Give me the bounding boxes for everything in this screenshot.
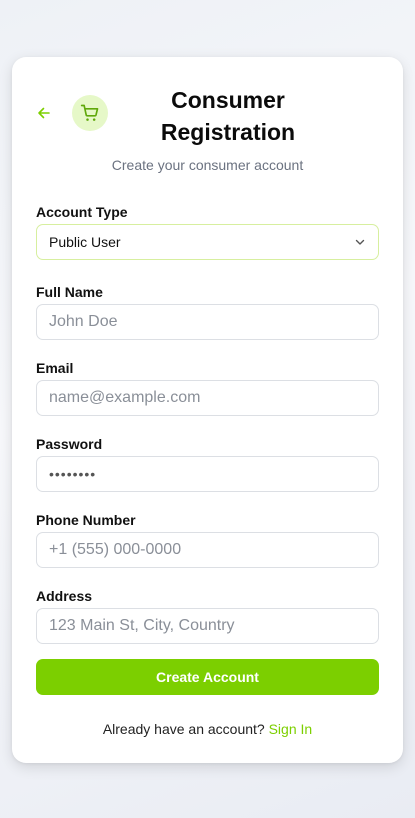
page-subtitle: Create your consumer account (111, 157, 304, 173)
email-label: Email (36, 360, 74, 376)
password-label: Password (36, 436, 103, 452)
address-input[interactable]: 123 Main St, City, Country (36, 608, 379, 644)
password-input[interactable]: •••••••• (36, 456, 379, 492)
page-title-line-1: Consumer (171, 87, 285, 113)
arrow-left-icon (38, 107, 50, 119)
page-title: Consumer Registration (128, 84, 328, 148)
sign-in-link[interactable]: Sign In (269, 721, 313, 737)
cart-logo (72, 95, 108, 131)
sign-in-prompt-text: Already have an account? (102, 721, 265, 737)
create-account-button[interactable]: Create Account (36, 659, 379, 695)
back-button[interactable] (32, 101, 56, 125)
address-placeholder: 123 Main St, City, Country (49, 617, 235, 634)
phone-placeholder: +1 (555) 000-0000 (49, 541, 182, 558)
email-input[interactable]: name@example.com (36, 380, 379, 416)
address-label: Address (36, 588, 93, 604)
shopping-cart-icon (80, 104, 99, 121)
phone-label: Phone Number (36, 512, 136, 528)
full-name-input[interactable]: John Doe (36, 304, 379, 340)
full-name-label: Full Name (36, 284, 103, 300)
password-value: •••••••• (49, 466, 97, 482)
account-type-select[interactable]: Public User (36, 224, 379, 260)
account-type-label: Account Type (36, 204, 128, 220)
sign-in-prompt: Already have an account? Sign In (36, 721, 379, 737)
email-placeholder: name@example.com (49, 389, 201, 406)
account-type-value: Public User (49, 234, 121, 250)
full-name-placeholder: John Doe (49, 313, 118, 330)
phone-input[interactable]: +1 (555) 000-0000 (36, 532, 379, 568)
chevron-down-icon (355, 239, 365, 245)
page-title-line-2: Registration (160, 119, 296, 145)
